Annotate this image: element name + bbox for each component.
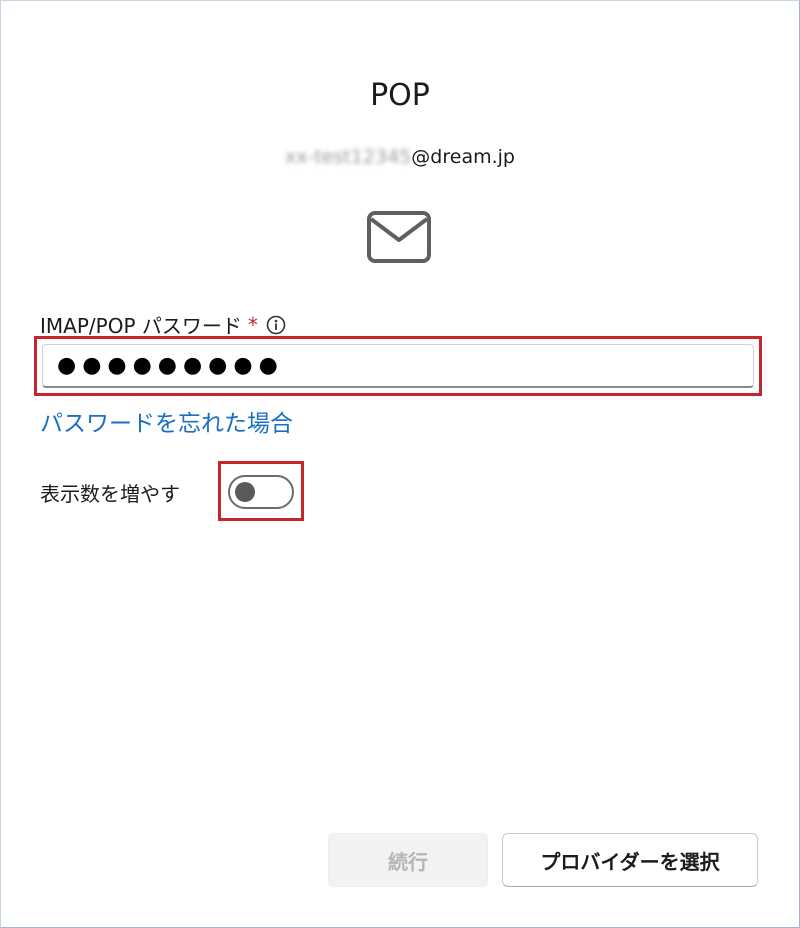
password-input[interactable]: ●●●●●●●●● <box>42 344 754 388</box>
password-label-text: IMAP/POP パスワード <box>40 314 242 338</box>
show-more-toggle[interactable] <box>228 475 294 509</box>
continue-button[interactable]: 続行 <box>328 833 488 887</box>
redacted-account-name: xx-test12345 <box>285 146 412 168</box>
password-field-label: IMAP/POP パスワード * <box>40 310 286 339</box>
required-marker: * <box>247 312 258 337</box>
dialog-title: POP <box>370 78 430 113</box>
envelope-icon <box>367 211 431 263</box>
toggle-knob <box>235 482 255 502</box>
info-icon[interactable] <box>266 315 286 335</box>
forgot-password-link[interactable]: パスワードを忘れた場合 <box>40 404 293 438</box>
choose-provider-button[interactable]: プロバイダーを選択 <box>502 833 758 887</box>
account-domain: @dream.jp <box>411 146 515 168</box>
show-more-label: 表示数を増やす <box>40 482 180 506</box>
account-address: xx-test12345@dream.jp <box>0 146 800 168</box>
dialog-window <box>0 0 800 928</box>
